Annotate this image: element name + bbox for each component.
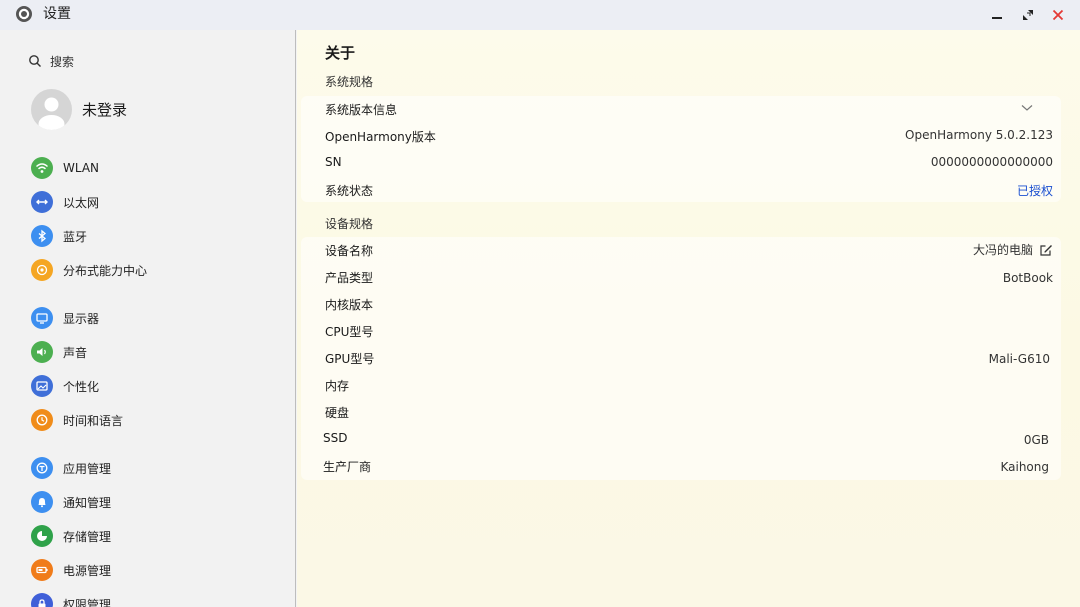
device-name-edit[interactable]: 大冯的电脑 <box>973 241 1053 258</box>
sidebar-item-sound[interactable]: 声音 <box>31 340 87 364</box>
sidebar-item-label: 蓝牙 <box>63 229 88 244</box>
restore-icon <box>1023 10 1033 20</box>
disk-label: 硬盘 <box>325 406 350 420</box>
lock-icon <box>31 593 53 607</box>
search-icon <box>29 55 41 67</box>
version-info-row[interactable]: 系统版本信息 <box>301 96 1061 120</box>
page-title: 关于 <box>325 44 356 62</box>
minimize-button[interactable] <box>986 4 1008 26</box>
sidebar-item-display[interactable]: 显示器 <box>31 306 99 330</box>
gpu-model-label: GPU型号 <box>325 352 375 366</box>
ssd-label: SSD <box>323 431 348 445</box>
sidebar-item-distributed[interactable]: 分布式能力中心 <box>31 258 147 282</box>
title-bar: 设置 <box>0 0 1080 30</box>
settings-app-icon <box>16 6 32 22</box>
kernel-version-label: 内核版本 <box>325 298 374 312</box>
apps-icon <box>31 457 53 479</box>
section-header-system: 系统规格 <box>325 75 374 89</box>
user-account[interactable]: 未登录 <box>31 89 127 130</box>
search-label: 搜索 <box>50 54 75 69</box>
sidebar: 搜索 未登录 WLAN 以太网 蓝牙 分布式能力中心 显示器 声音 个性化 时间… <box>0 30 296 607</box>
about-panel: 关于 系统规格 系统版本信息 OpenHarmony版本 OpenHarmony… <box>297 30 1080 607</box>
avatar <box>31 89 72 130</box>
system-status-label: 系统状态 <box>325 184 374 198</box>
sidebar-item-label: 权限管理 <box>63 597 112 607</box>
minimize-icon <box>992 17 1002 19</box>
sidebar-item-label: 应用管理 <box>63 461 112 476</box>
display-icon <box>31 307 53 329</box>
sidebar-item-bluetooth[interactable]: 蓝牙 <box>31 224 87 248</box>
storage-icon <box>31 525 53 547</box>
search-field[interactable]: 搜索 <box>28 52 74 70</box>
section-header-device: 设备规格 <box>325 217 374 231</box>
sound-icon <box>31 341 53 363</box>
sidebar-item-label: 分布式能力中心 <box>63 263 148 278</box>
sidebar-item-label: 电源管理 <box>63 563 112 578</box>
sidebar-item-permissions[interactable]: 权限管理 <box>31 592 111 607</box>
sidebar-item-power[interactable]: 电源管理 <box>31 558 111 582</box>
close-icon <box>1052 9 1064 21</box>
openharmony-version-label: OpenHarmony版本 <box>325 130 436 144</box>
cpu-model-label: CPU型号 <box>325 325 374 339</box>
device-spec-card <box>301 237 1061 480</box>
manufacturer-label: 生产厂商 <box>323 460 372 474</box>
distributed-icon <box>31 259 53 281</box>
sidebar-item-time-language[interactable]: 时间和语言 <box>31 408 123 432</box>
manufacturer-value: Kaihong <box>1000 460 1049 474</box>
user-icon <box>38 97 65 130</box>
sidebar-item-notifications[interactable]: 通知管理 <box>31 490 111 514</box>
ethernet-icon <box>31 191 53 213</box>
sidebar-item-wlan[interactable]: WLAN <box>31 156 99 180</box>
bell-icon <box>31 491 53 513</box>
maximize-button[interactable] <box>1017 4 1039 26</box>
sidebar-item-label: 存储管理 <box>63 529 112 544</box>
device-name-label: 设备名称 <box>325 244 374 258</box>
gpu-model-value: Mali-G610 <box>988 352 1050 366</box>
ssd-value: 0GB <box>1023 433 1049 447</box>
clock-icon <box>31 409 53 431</box>
memory-label: 内存 <box>325 379 350 393</box>
sidebar-item-label: 声音 <box>63 345 88 360</box>
personalize-icon <box>31 375 53 397</box>
product-type-value: BotBook <box>1002 271 1053 285</box>
battery-icon <box>31 559 53 581</box>
sidebar-item-label: 显示器 <box>63 311 100 326</box>
device-name-value: 大冯的电脑 <box>972 243 1033 257</box>
close-button[interactable] <box>1047 4 1069 26</box>
edit-icon <box>1040 244 1052 256</box>
chevron-down-icon <box>1021 105 1033 111</box>
sidebar-item-label: 时间和语言 <box>63 413 124 428</box>
sidebar-item-label: WLAN <box>63 161 100 175</box>
sidebar-item-label: 个性化 <box>63 379 100 394</box>
sidebar-item-ethernet[interactable]: 以太网 <box>31 190 99 214</box>
version-info-label: 系统版本信息 <box>325 103 398 117</box>
sidebar-item-label: 以太网 <box>63 195 100 210</box>
sidebar-item-label: 通知管理 <box>63 495 112 510</box>
system-status-link[interactable]: 已授权 <box>1017 182 1053 199</box>
user-name: 未登录 <box>82 101 128 119</box>
wifi-icon <box>31 157 53 179</box>
sidebar-item-apps[interactable]: 应用管理 <box>31 456 111 480</box>
product-type-label: 产品类型 <box>325 271 374 285</box>
openharmony-version-value: OpenHarmony 5.0.2.123 <box>905 128 1053 142</box>
window-title: 设置 <box>43 6 71 22</box>
sn-label: SN <box>325 155 342 169</box>
bluetooth-icon <box>31 225 53 247</box>
sidebar-item-personalize[interactable]: 个性化 <box>31 374 99 398</box>
sn-value: 0000000000000000 <box>930 155 1053 169</box>
sidebar-item-storage[interactable]: 存储管理 <box>31 524 111 548</box>
